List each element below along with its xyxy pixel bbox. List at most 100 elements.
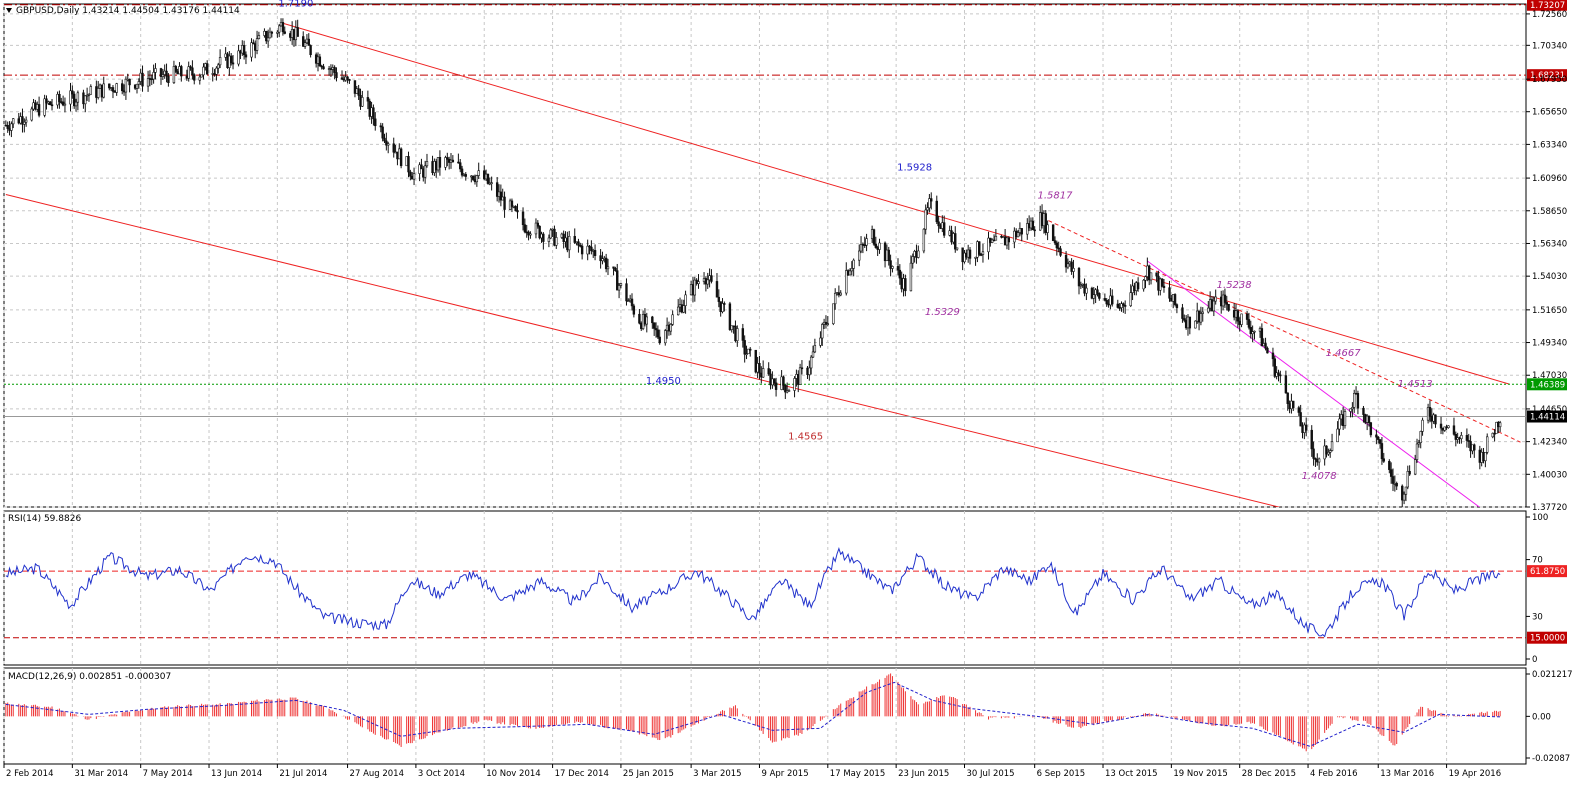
- candle-body: [95, 86, 98, 98]
- candle-body: [45, 98, 48, 104]
- candle-body: [76, 92, 80, 103]
- candle-body: [1247, 319, 1251, 328]
- candle-body: [1314, 458, 1317, 460]
- candle-body: [32, 102, 35, 110]
- candle-body: [239, 50, 242, 54]
- candle-body: [178, 66, 181, 75]
- candle-body: [174, 66, 177, 72]
- candle-body: [1133, 285, 1136, 291]
- candle-body: [987, 237, 990, 253]
- candle-body: [146, 78, 150, 87]
- price-tick-label: 1.72560: [1532, 10, 1567, 20]
- candle-body: [723, 303, 726, 305]
- candle-body: [268, 31, 272, 39]
- candle-body: [1465, 435, 1469, 441]
- candle-body: [499, 191, 503, 201]
- candle-body: [575, 241, 578, 244]
- candle-body: [302, 36, 305, 47]
- candle-body: [1031, 220, 1035, 231]
- candle-body: [542, 233, 545, 242]
- candle-body: [1329, 450, 1332, 453]
- candle-body: [861, 244, 865, 246]
- candle-body: [85, 94, 89, 97]
- candle-body: [344, 76, 347, 81]
- candle-body: [121, 83, 124, 92]
- chart-terminal[interactable]: 1.732071.682311.463891.44114 1.71901.592…: [0, 0, 1594, 796]
- candle-body: [664, 330, 667, 344]
- candle-body: [780, 376, 783, 390]
- candle-body: [1072, 268, 1075, 272]
- candle-body: [1471, 444, 1474, 452]
- candle-body: [706, 279, 709, 285]
- candle-body: [1238, 320, 1241, 325]
- candle-body: [383, 137, 386, 142]
- candle-body: [1098, 293, 1101, 299]
- candle-body: [1286, 392, 1289, 404]
- candle-body: [1116, 303, 1119, 308]
- candle-body: [370, 107, 373, 117]
- candle-body: [994, 235, 998, 241]
- candle-body: [826, 323, 830, 325]
- candle-body: [372, 107, 375, 120]
- candle-body: [1364, 414, 1367, 423]
- candle-body: [446, 157, 449, 160]
- candle-body: [715, 281, 719, 298]
- candle-body: [708, 275, 711, 281]
- price-panel[interactable]: 1.732071.682311.463891.44114 1.71901.592…: [3, 0, 1567, 522]
- candle-body: [6, 125, 9, 129]
- candle-body: [749, 348, 752, 351]
- candle-body: [1199, 313, 1203, 323]
- macd-panel[interactable]: 0.021217 0.00 -0.02087 MACD(12,26,9) 0.002…: [3, 667, 1573, 765]
- candle-body: [625, 283, 628, 302]
- candle-body: [228, 55, 231, 68]
- candle-body: [747, 348, 750, 355]
- candle-body: [418, 164, 421, 174]
- candle-body: [111, 87, 115, 92]
- candle-body: [833, 292, 837, 305]
- candle-body: [734, 325, 737, 342]
- candle-body: [1251, 331, 1254, 335]
- candle-body: [1053, 240, 1057, 244]
- candle-body: [1232, 310, 1236, 318]
- time-tick-label: 17 Dec 2014: [555, 769, 609, 779]
- rsi-panel[interactable]: 61.8750 15.0000 100 70 30 0 RSI(14) 59.8826: [3, 510, 1567, 666]
- candle-body: [490, 182, 493, 184]
- candle-body: [1484, 452, 1487, 462]
- candle-body: [942, 222, 946, 236]
- candle-body: [553, 228, 556, 246]
- candle-body: [1131, 285, 1134, 293]
- macd-tick-label: 0.00: [1532, 712, 1551, 722]
- candle-body: [231, 62, 235, 65]
- candle-body: [444, 157, 447, 168]
- candle-body: [193, 74, 196, 81]
- candle-body: [736, 328, 739, 342]
- time-tick-label: 21 Jul 2014: [279, 769, 327, 779]
- price-tick-label: 1.67950: [1532, 75, 1567, 85]
- candle-body: [1188, 316, 1192, 329]
- candle-body: [787, 390, 791, 392]
- candle-body: [915, 251, 918, 258]
- candle-body: [928, 198, 931, 209]
- candle-body: [331, 67, 334, 70]
- candle-body: [1096, 289, 1099, 294]
- candle-body: [141, 72, 144, 87]
- candle-body: [811, 351, 815, 358]
- candle-body: [8, 128, 11, 131]
- candle-body: [202, 66, 205, 76]
- candle-body: [573, 236, 576, 243]
- candle-body: [1085, 287, 1088, 294]
- candle-body: [278, 25, 281, 33]
- candle-body: [619, 283, 623, 286]
- candle-body: [990, 239, 994, 243]
- candle-body: [510, 200, 514, 207]
- candle-body: [250, 42, 253, 58]
- candle-body: [808, 367, 811, 375]
- candle-body: [335, 72, 338, 79]
- candle-body: [1341, 414, 1345, 427]
- candle-body: [1458, 437, 1461, 440]
- candle-body: [904, 278, 907, 292]
- candle-body: [865, 238, 868, 246]
- candle-body: [1273, 358, 1276, 377]
- candle-body: [604, 257, 608, 270]
- candle-body: [536, 222, 540, 227]
